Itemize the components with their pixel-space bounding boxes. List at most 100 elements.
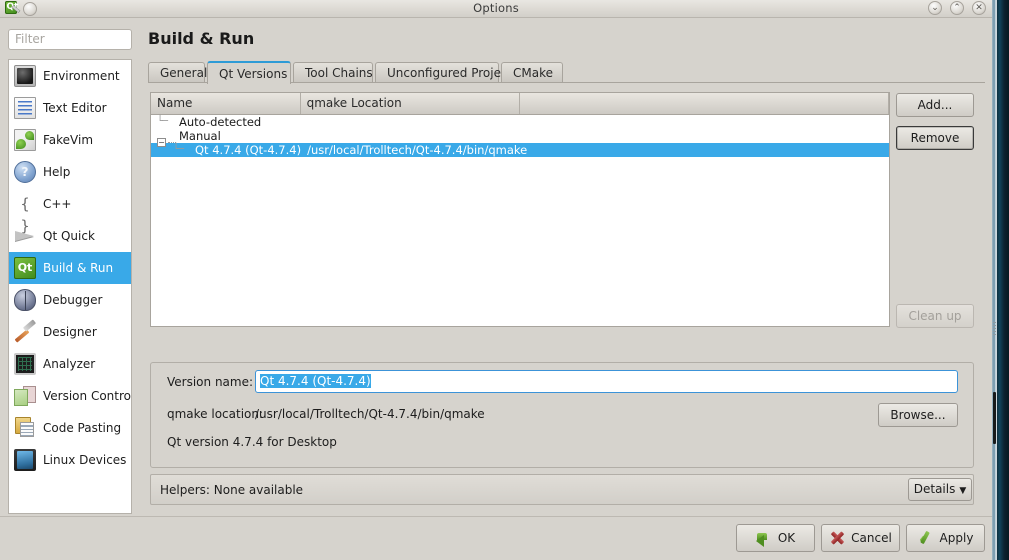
tab-tool-chains[interactable]: Tool Chains	[293, 62, 373, 83]
chevron-down-icon: ▼	[959, 486, 967, 496]
window-frame-edge	[992, 0, 997, 560]
column-header-name[interactable]: Name	[151, 93, 301, 114]
helpers-status-text: Helpers: None available	[160, 483, 304, 497]
maximize-icon: ⌃	[953, 3, 961, 13]
sidebar-item-label: Build & Run	[43, 261, 114, 275]
qmake-location-value: /usr/local/Trolltech/Qt-4.7.4/bin/qmake	[255, 407, 485, 421]
details-label: Details	[913, 482, 956, 496]
clean-up-button: Clean up	[896, 304, 974, 328]
tab-qt-versions[interactable]: Qt Versions	[207, 61, 291, 84]
minimize-button[interactable]: ⌄	[928, 1, 942, 15]
filter-input[interactable]: Filter	[8, 29, 132, 50]
tree-body[interactable]: └─ Auto-detected − Manual └─ Qt 4.7.4 (Qt-4.7…	[151, 115, 889, 157]
fakevim-icon	[14, 129, 36, 151]
sidebar-item-environment[interactable]: Environment	[9, 60, 131, 92]
title-bar[interactable]: Qt Options ⌄ ⌃ ✕	[0, 0, 992, 18]
browse-button[interactable]: Browse...	[878, 403, 958, 427]
sidebar-item-label: Debugger	[43, 293, 103, 307]
sidebar-item-label: Analyzer	[43, 357, 96, 371]
sidebar-item-analyzer[interactable]: Analyzer	[9, 348, 131, 380]
tree-row-name: Manual	[179, 129, 221, 143]
version-name-value: Qt 4.7.4 (Qt-4.7.4)	[260, 374, 371, 388]
tree-row-name: Qt 4.7.4 (Qt-4.7.4)	[195, 143, 302, 157]
close-button[interactable]: ✕	[972, 1, 986, 15]
tab-bar[interactable]: General Qt Versions Tool Chains Unconfigure…	[148, 61, 985, 84]
tab-cmake[interactable]: CMake	[501, 62, 563, 83]
version-description: Qt version 4.7.4 for Desktop	[167, 435, 337, 449]
sidebar-item-linux-devices[interactable]: Linux Devices	[9, 444, 131, 476]
window-scrollbar-thumb[interactable]	[993, 392, 996, 444]
tree-header: Name qmake Location	[151, 93, 889, 115]
qmake-location-label: qmake location:	[167, 407, 264, 421]
minimize-icon: ⌄	[931, 3, 939, 13]
cpp-icon	[14, 193, 36, 215]
green-check-icon	[918, 530, 935, 546]
window-title: Options	[473, 1, 519, 15]
tree-row-name: Auto-detected	[179, 115, 262, 129]
tree-row[interactable]: − Manual	[151, 129, 889, 147]
desktop-background	[997, 0, 1009, 560]
tree-row[interactable]: └─ Auto-detected	[151, 115, 889, 129]
environment-icon	[14, 65, 36, 87]
apply-label: Apply	[939, 531, 974, 545]
sidebar-item-text-editor[interactable]: Text Editor	[9, 92, 131, 124]
sidebar-item-fakevim[interactable]: FakeVim	[9, 124, 131, 156]
sidebar-item-designer[interactable]: Designer	[9, 316, 131, 348]
cancel-button[interactable]: Cancel	[821, 524, 900, 552]
debugger-icon	[14, 289, 36, 311]
sidebar-item-label: Text Editor	[43, 101, 107, 115]
help-icon	[14, 161, 36, 183]
version-name-label: Version name:	[167, 375, 254, 389]
apply-button[interactable]: Apply	[906, 524, 985, 552]
designer-icon	[14, 321, 36, 343]
ok-label: OK	[777, 531, 796, 545]
tree-row-location: /usr/local/Trolltech/Qt-4.7.4/bin/qmake	[307, 143, 528, 157]
version-control-icon	[14, 385, 36, 407]
remove-button[interactable]: Remove	[896, 126, 974, 150]
ok-button[interactable]: OK	[736, 524, 815, 552]
page-title: Build & Run	[148, 29, 255, 48]
sidebar-item-label: Code Pasting	[43, 421, 122, 435]
add-button[interactable]: Add...	[896, 93, 974, 117]
title-bar-window-controls: ⌄ ⌃ ✕	[928, 1, 986, 15]
footer-separator	[0, 516, 992, 517]
qt-versions-tree[interactable]: Name qmake Location └─ Auto-detected − Manua…	[150, 92, 890, 327]
sidebar-item-label: Designer	[43, 325, 97, 339]
settings-category-list[interactable]: Environment Text Editor FakeVim Help C++ Qt Q…	[8, 59, 132, 514]
tree-branch-line: └─	[157, 116, 168, 127]
sidebar-item-build-run[interactable]: Build & Run	[9, 252, 131, 284]
green-arrow-icon	[755, 530, 773, 547]
tree-row[interactable]: └─ Qt 4.7.4 (Qt-4.7.4)/usr/local/Trolltec…	[151, 143, 889, 157]
sidebar-item-label: Version Control	[43, 389, 132, 403]
linux-devices-icon	[14, 449, 36, 471]
sidebar-item-label: FakeVim	[43, 133, 94, 147]
code-pasting-icon	[14, 417, 36, 439]
maximize-button[interactable]: ⌃	[950, 1, 964, 15]
column-header-spare	[520, 93, 889, 114]
analyzer-icon	[14, 353, 36, 375]
text-editor-icon	[14, 97, 36, 119]
sidebar-item-label: Environment	[43, 69, 120, 83]
sidebar-item-qt-quick[interactable]: Qt Quick	[9, 220, 131, 252]
sidebar-item-c[interactable]: C++	[9, 188, 131, 220]
sidebar-item-label: Linux Devices	[43, 453, 127, 467]
sidebar-item-debugger[interactable]: Debugger	[9, 284, 131, 316]
tab-unconfigured-project[interactable]: Unconfigured Project	[375, 62, 512, 83]
sidebar-item-version-control[interactable]: Version Control	[9, 380, 131, 412]
column-header-qmake-location[interactable]: qmake Location	[301, 93, 521, 114]
version-name-input[interactable]: Qt 4.7.4 (Qt-4.7.4)	[255, 370, 958, 393]
window-resize-grip[interactable]	[993, 322, 996, 336]
tab-general[interactable]: General	[148, 62, 207, 83]
sidebar-item-help[interactable]: Help	[9, 156, 131, 188]
sidebar-item-label: Qt Quick	[43, 229, 95, 243]
cancel-label: Cancel	[851, 531, 892, 545]
close-icon: ✕	[975, 3, 983, 13]
build-and-run-icon	[14, 257, 36, 279]
sidebar-item-label: C++	[43, 197, 72, 211]
sidebar-item-label: Help	[43, 165, 71, 179]
sidebar-item-code-pasting[interactable]: Code Pasting	[9, 412, 131, 444]
options-dialog: Qt Options ⌄ ⌃ ✕ Filter Environment Text …	[0, 0, 1009, 560]
red-x-icon	[829, 530, 846, 546]
qt-quick-icon	[14, 225, 36, 247]
details-button[interactable]: Details ▼	[908, 478, 972, 501]
